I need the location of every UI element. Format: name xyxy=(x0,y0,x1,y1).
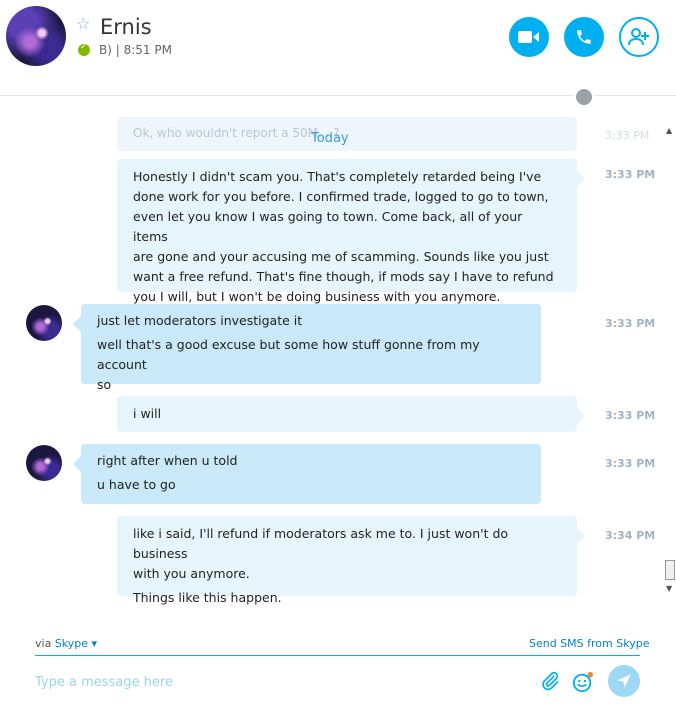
message-line: i will xyxy=(133,406,162,421)
message-time: 3:33 PM xyxy=(605,457,656,470)
video-call-button[interactable] xyxy=(509,17,549,57)
via-service-selector[interactable]: via Skype ▾ xyxy=(35,637,97,650)
message-line: just let moderators investigate it xyxy=(97,313,303,328)
contact-name[interactable]: Ernis xyxy=(100,15,152,39)
outgoing-message[interactable]: i will xyxy=(117,396,585,432)
emoticon-icon[interactable] xyxy=(572,671,594,693)
via-service-name[interactable]: Skype xyxy=(55,637,88,650)
outgoing-message[interactable]: Honestly I didn't scam you. That's compl… xyxy=(117,159,585,304)
message-line: right after when u told xyxy=(97,453,238,468)
previous-message-time: 3:33 PM xyxy=(605,129,650,142)
message-time: 3:33 PM xyxy=(605,317,656,330)
message-line: Things like this happen. xyxy=(133,590,282,605)
message-line: want a free refund. That's fine though, … xyxy=(133,269,554,284)
scroll-thumb[interactable] xyxy=(665,560,675,580)
message-time: 3:34 PM xyxy=(605,529,656,542)
message-time: 3:33 PM xyxy=(605,409,656,422)
send-sms-link[interactable]: Send SMS from Skype xyxy=(529,637,649,650)
contact-status-text: B) | 8:51 PM xyxy=(99,43,172,57)
message-line: Honestly I didn't scam you. That's compl… xyxy=(133,169,542,184)
online-status-icon xyxy=(78,42,90,56)
message-time: 3:33 PM xyxy=(605,168,656,181)
outgoing-message[interactable]: like i said, I'll refund if moderators a… xyxy=(117,516,585,605)
sender-avatar[interactable] xyxy=(26,445,62,481)
scroll-down-icon[interactable]: ▼ xyxy=(666,584,672,593)
chevron-down-icon[interactable]: ▾ xyxy=(92,637,98,650)
favorite-star-icon[interactable]: ☆ xyxy=(76,16,92,32)
message-line: u have to go xyxy=(97,477,176,492)
message-line: are gone and your accusing me of scammin… xyxy=(133,249,549,264)
scroll-up-icon[interactable]: ▲ xyxy=(666,126,672,135)
compose-divider xyxy=(35,655,640,656)
add-people-button[interactable] xyxy=(619,17,659,57)
message-line: well that's a good excuse but some how s… xyxy=(97,337,480,372)
previous-message-text: Ok, who wouldn't report a 50M... ? xyxy=(133,126,340,140)
send-button[interactable] xyxy=(608,665,640,697)
message-line: so xyxy=(97,377,112,392)
send-icon xyxy=(617,674,631,688)
attach-file-icon[interactable] xyxy=(540,671,560,691)
add-people-icon xyxy=(628,28,649,46)
message-line: done work for you before. I confirmed tr… xyxy=(133,189,549,204)
sender-avatar[interactable] xyxy=(26,305,62,341)
conversation-header: ☆ Ernis B) | 8:51 PM xyxy=(0,0,676,96)
incoming-message[interactable]: right after when u told u have to go xyxy=(73,444,541,504)
message-line: even let you know I was going to town. C… xyxy=(133,209,523,244)
via-label: via xyxy=(35,637,52,650)
audio-call-button[interactable] xyxy=(564,17,604,57)
contact-avatar[interactable] xyxy=(6,6,66,66)
message-line: like i said, I'll refund if moderators a… xyxy=(133,526,509,561)
audio-call-icon xyxy=(577,30,591,44)
date-divider: Today xyxy=(311,131,349,146)
incoming-message[interactable]: just let moderators investigate it well … xyxy=(73,304,541,392)
chat-scrollbar[interactable]: ▲ ▼ xyxy=(664,120,676,600)
message-input[interactable] xyxy=(35,668,525,696)
message-line: with you anymore. xyxy=(133,566,250,581)
video-call-icon xyxy=(518,31,539,43)
message-history[interactable]: Ok, who wouldn't report a 50M... ? 3:33 … xyxy=(0,97,664,609)
